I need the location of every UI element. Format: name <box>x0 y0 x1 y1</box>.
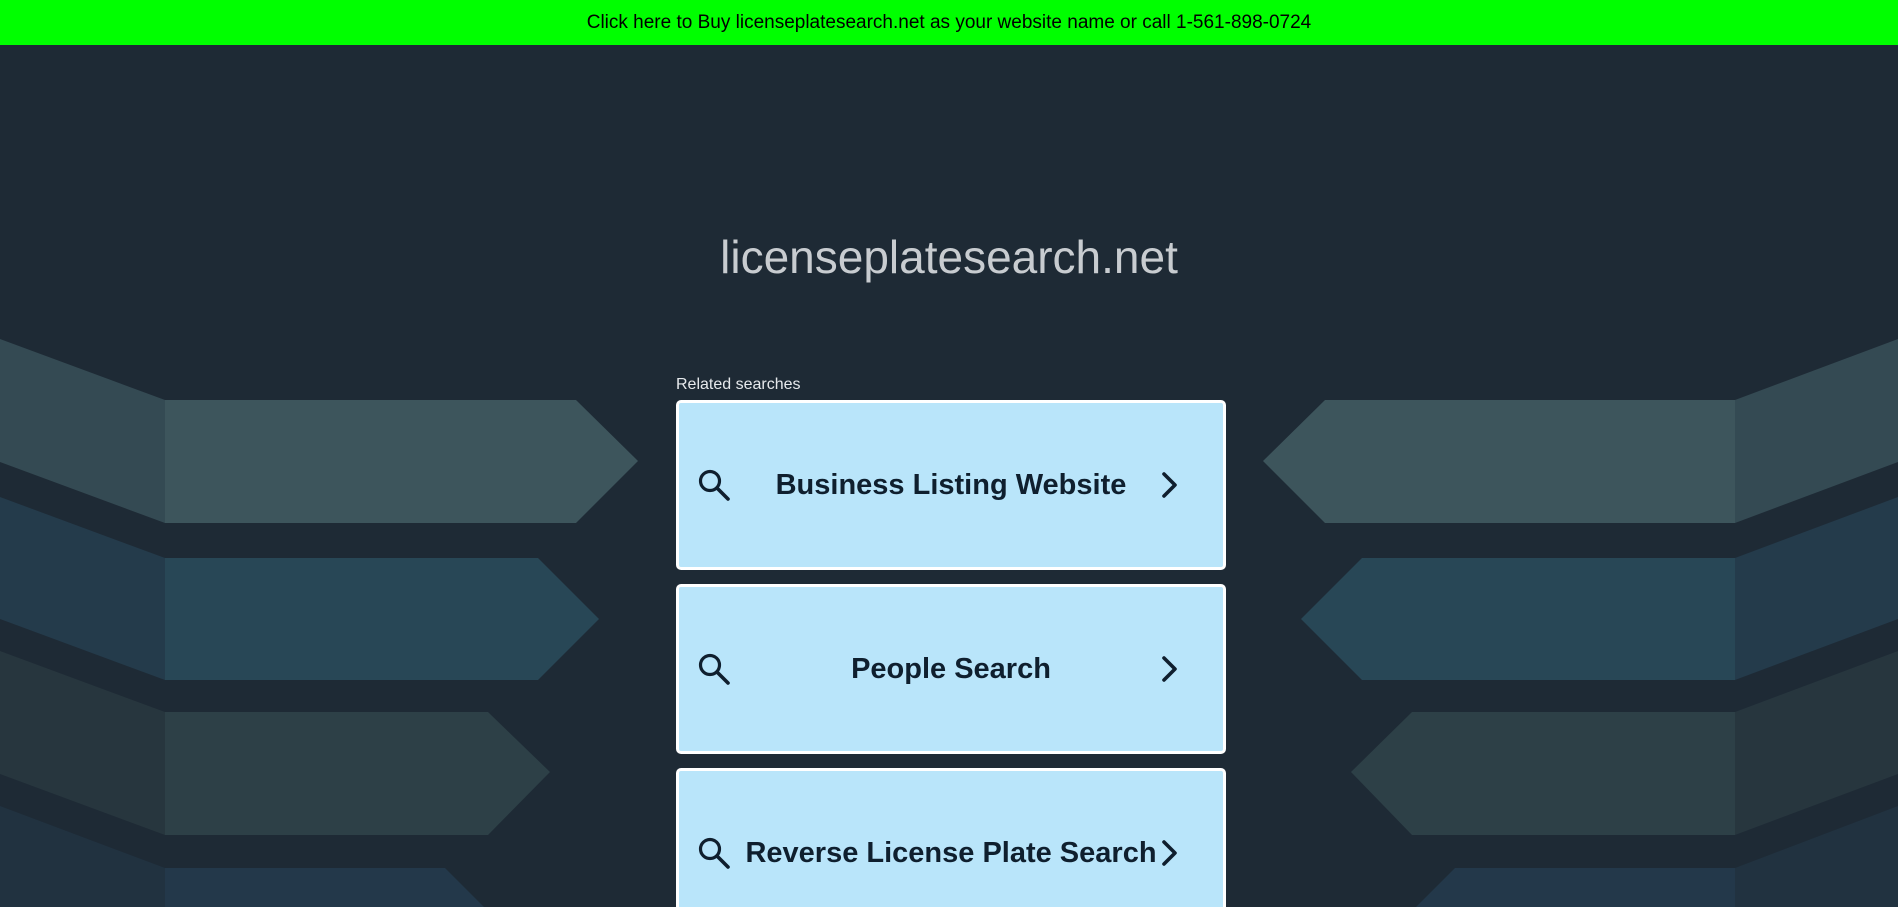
parked-domain-page: Click here to Buy licenseplatesearch.net… <box>0 0 1898 907</box>
related-search-reverse-license-plate-search[interactable]: Reverse License Plate Search <box>676 768 1226 907</box>
related-search-business-listing-website[interactable]: Business Listing Website <box>676 400 1226 570</box>
domain-title: licenseplatesearch.net <box>720 231 1178 283</box>
related-searches-label: Related searches <box>676 376 801 393</box>
buy-domain-banner[interactable]: Click here to Buy licenseplatesearch.net… <box>0 0 1898 45</box>
buy-domain-banner-text[interactable]: Click here to Buy licenseplatesearch.net… <box>587 12 1312 34</box>
chevron-right-icon <box>1162 472 1177 498</box>
chevron-right-icon <box>1162 656 1177 682</box>
related-searches: Related searches Business Listing Websit… <box>676 376 1226 907</box>
search-icon <box>698 837 730 869</box>
related-search-label[interactable]: Reverse License Plate Search <box>745 837 1156 870</box>
related-search-label[interactable]: People Search <box>851 653 1051 686</box>
related-search-label[interactable]: Business Listing Website <box>776 469 1127 502</box>
search-icon <box>698 469 730 501</box>
search-icon <box>698 653 730 685</box>
related-search-people-search[interactable]: People Search <box>676 584 1226 754</box>
chevron-right-icon <box>1162 840 1177 866</box>
